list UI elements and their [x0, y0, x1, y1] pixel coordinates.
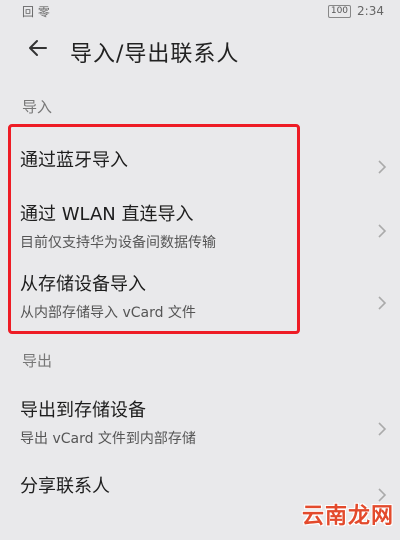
- battery-icon: 100: [327, 4, 352, 18]
- status-icons: 回 零: [22, 5, 50, 19]
- section-label-import: 导入: [22, 98, 53, 116]
- item-subtitle: 导出 vCard 文件到内部存储: [20, 431, 196, 447]
- status-time: 2:34: [357, 4, 384, 18]
- item-title: 导出到存储设备: [20, 400, 146, 421]
- chevron-right-icon: [378, 160, 387, 174]
- export-storage-item[interactable]: 导出到存储设备 导出 vCard 文件到内部存储: [0, 388, 400, 458]
- highlight-box: [8, 124, 300, 334]
- header: 导入/导出联系人: [0, 30, 400, 74]
- status-right: 100 2:34: [327, 4, 384, 18]
- chevron-right-icon: [378, 224, 387, 238]
- item-title: 分享联系人: [20, 476, 110, 497]
- page-title: 导入/导出联系人: [70, 42, 240, 67]
- chevron-right-icon: [378, 296, 387, 310]
- section-label-export: 导出: [22, 352, 53, 370]
- arrow-left-icon[interactable]: [26, 36, 50, 60]
- chevron-right-icon: [378, 422, 387, 436]
- status-bar: 回 零 100 2:34: [0, 0, 400, 26]
- watermark: 云南龙网: [301, 504, 394, 529]
